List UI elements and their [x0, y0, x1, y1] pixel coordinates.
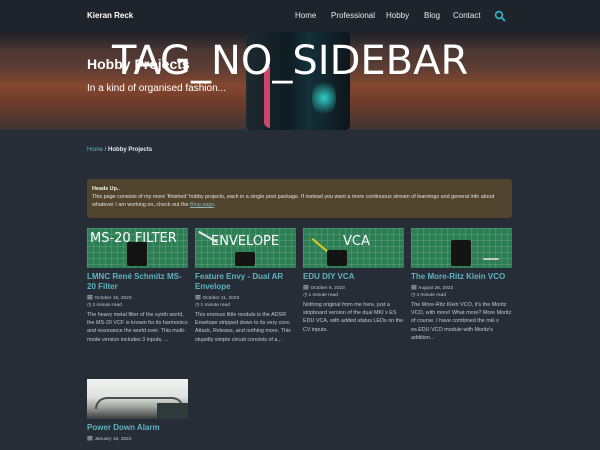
breadcrumb-home-link[interactable]: Home: [87, 147, 103, 153]
project-card: Power Down Alarm 🗓 January 16, 2022: [87, 379, 188, 443]
project-title-link[interactable]: Power Down Alarm: [87, 423, 188, 433]
wire: [483, 258, 499, 260]
project-card: ENVELOPE Feature Envy - Dual AR Envelope…: [195, 228, 296, 344]
post-date: 🗓 January 16, 2022: [87, 437, 132, 442]
thumbnail-label: VCA: [343, 234, 370, 249]
read-time-text: 1 minute read: [308, 293, 338, 298]
project-card: VCA EDU DIY VCA 🗓 October 6, 2023 ◷ 1 mi…: [303, 228, 404, 334]
breadcrumb-current: Hobby Projects: [108, 147, 153, 153]
post-date: 🗓 October 6, 2023: [303, 286, 345, 291]
top-navbar: Kieran Reck Home Professional Hobby Blog…: [0, 0, 600, 32]
nav-home[interactable]: Home: [295, 11, 316, 20]
post-date-text: October 6, 2023: [310, 286, 345, 291]
read-time-text: 1 minute read: [200, 303, 230, 308]
thumbnail-label: ENVELOPE: [211, 234, 280, 249]
post-date-text: October 11, 2023: [202, 296, 240, 301]
search-icon[interactable]: [494, 10, 506, 22]
project-title-link[interactable]: The More-Ritz Klein VCO: [411, 272, 512, 282]
project-excerpt: Nothing original from me here, just a st…: [303, 302, 404, 333]
car-dashboard: [157, 403, 188, 419]
read-time: ◷ 1 minute read: [303, 293, 338, 298]
module-board: [327, 250, 347, 266]
project-excerpt: The More-Ritz Klein VCO, it's the Moritz…: [411, 302, 512, 341]
project-excerpt: This envious little module is the ADSR E…: [195, 312, 291, 343]
project-title-link[interactable]: Feature Envy - Dual AR Envelope: [195, 272, 296, 292]
read-time: ◷ 4 minute read: [411, 293, 446, 298]
notice-box: Heads Up.. This page consists of my more…: [87, 179, 512, 218]
notice-blog-link[interactable]: Blog page: [190, 202, 214, 208]
overlay-tag: TAG_NO_SIDEBAR: [112, 38, 469, 84]
project-card: The More-Ritz Klein VCO 🗓 August 26, 202…: [411, 228, 512, 342]
read-time-text: 4 minute read: [416, 293, 446, 298]
module-board: [127, 242, 147, 266]
project-thumbnail[interactable]: MS-20 FILTER: [87, 228, 188, 268]
notice-text: This page consists of my more ‘finished’…: [92, 194, 495, 208]
post-date-text: August 26, 2023: [418, 286, 454, 291]
post-date: 🗓 October 15, 2023: [87, 296, 132, 301]
hero-mug-cyan-glow: [312, 78, 336, 118]
post-date-text: October 15, 2023: [94, 296, 132, 301]
page-subtitle: In a kind of organised fashion...: [87, 83, 226, 94]
project-card: MS-20 FILTER LMNC René Schmitz MS-20 Fil…: [87, 228, 188, 344]
project-thumbnail[interactable]: [411, 228, 512, 268]
module-board: [451, 240, 471, 266]
read-time: ◷ 1 minute read: [195, 303, 230, 308]
breadcrumb: Home / Hobby Projects: [87, 147, 152, 153]
post-date-text: January 16, 2022: [94, 437, 132, 442]
module-board: [235, 252, 255, 266]
post-date: 🗓 October 11, 2023: [195, 296, 240, 301]
nav-blog[interactable]: Blog: [424, 11, 440, 20]
notice-end: .: [214, 202, 216, 208]
nav-contact[interactable]: Contact: [453, 11, 481, 20]
site-brand[interactable]: Kieran Reck: [87, 11, 133, 20]
read-time-text: 2 minute read: [92, 303, 122, 308]
read-time: ◷ 2 minute read: [87, 303, 122, 308]
project-thumbnail[interactable]: ENVELOPE: [195, 228, 296, 268]
hero-banner: Hobby Projects TAG_NO_SIDEBAR In a kind …: [0, 32, 600, 130]
project-thumbnail[interactable]: VCA: [303, 228, 404, 268]
project-excerpt: The heavy metal filter of the synth worl…: [87, 312, 188, 343]
post-date: 🗓 August 26, 2023: [411, 286, 454, 291]
nav-hobby[interactable]: Hobby: [386, 11, 409, 20]
project-thumbnail[interactable]: [87, 379, 188, 419]
notice-heading: Heads Up..: [92, 186, 120, 192]
nav-professional[interactable]: Professional: [331, 11, 375, 20]
project-title-link[interactable]: EDU DIY VCA: [303, 272, 404, 282]
project-title-link[interactable]: LMNC René Schmitz MS-20 Filter: [87, 272, 188, 292]
